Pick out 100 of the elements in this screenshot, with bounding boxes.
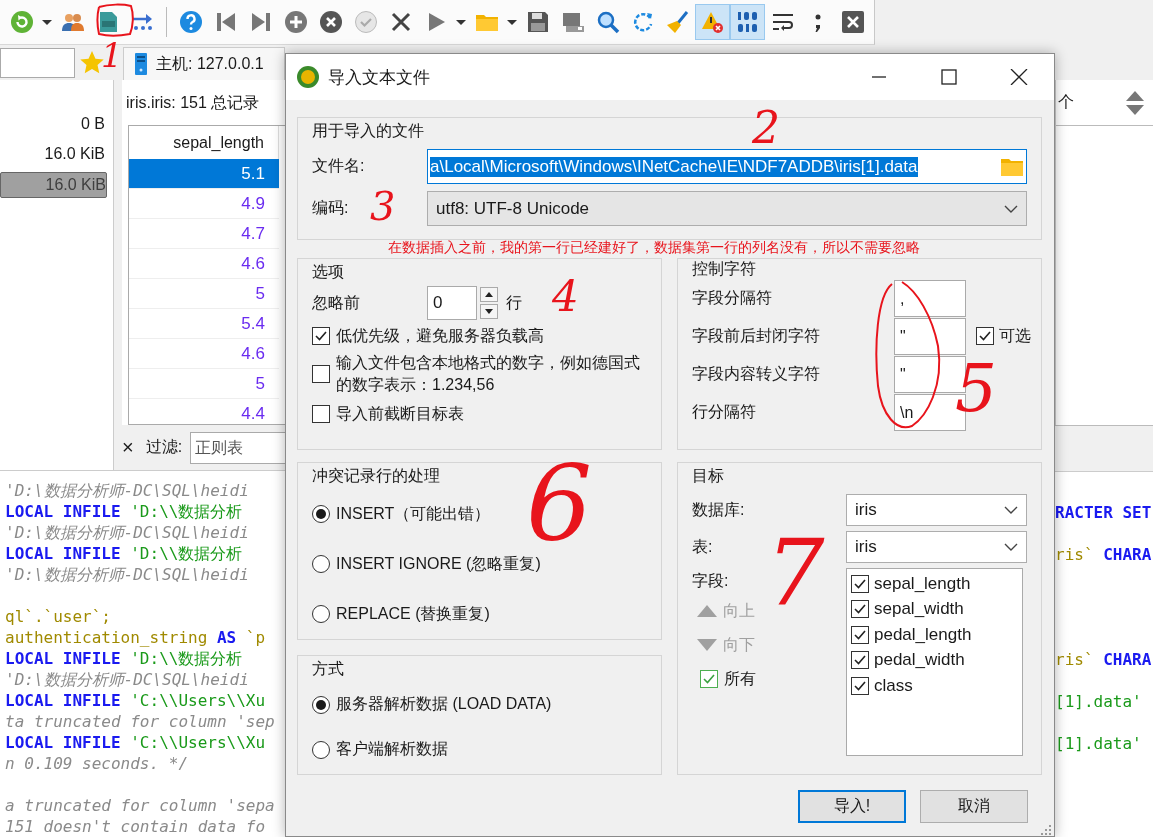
log-line: LOCAL INFILE 'C:\\Users\\Xu xyxy=(4,690,267,711)
filter-field[interactable]: 正则表 xyxy=(190,431,285,464)
database-dropdown[interactable]: iris xyxy=(846,494,1027,526)
log-line: ql`.`user`; xyxy=(4,606,112,627)
help-icon[interactable] xyxy=(178,10,203,34)
app-icon xyxy=(296,65,320,89)
cancel-icon[interactable] xyxy=(318,10,343,34)
log-line: a truncated for column 'sepa xyxy=(4,795,276,816)
radio-button[interactable] xyxy=(312,505,330,523)
chevron-icon xyxy=(1004,506,1018,514)
group-title: 选项 xyxy=(312,262,344,282)
text-field[interactable]: " xyxy=(894,317,966,355)
number-field[interactable]: 0 xyxy=(427,286,477,320)
size-grip-icon[interactable] xyxy=(1040,824,1052,836)
chevron-icon xyxy=(1004,204,1018,213)
log-line: 'D:\数据分析师-DC\SQL\heidi xyxy=(4,564,250,585)
server-icon xyxy=(134,52,148,76)
table-cell[interactable]: 5.1 xyxy=(129,159,279,189)
triangle-down-icon xyxy=(697,639,717,651)
close-icon[interactable] xyxy=(840,10,865,34)
table-cell[interactable]: 5 xyxy=(129,369,279,399)
field-label: 字段内容转义字符 xyxy=(692,363,821,384)
filter-label: 过滤: xyxy=(145,437,183,457)
log-line: ris` CHARA xyxy=(1055,649,1153,670)
checkbox-label: 导入前截断目标表 xyxy=(336,403,464,424)
checkbox-label: 可选 xyxy=(999,325,1031,346)
maximize-icon[interactable] xyxy=(940,69,958,85)
refresh-icon[interactable] xyxy=(9,10,34,34)
checkbox[interactable] xyxy=(976,327,994,345)
log-line: ris` CHARA xyxy=(1055,544,1153,565)
radio-button[interactable] xyxy=(312,695,330,714)
checkbox[interactable] xyxy=(851,600,869,619)
list-item[interactable]: sepal_width xyxy=(874,599,964,620)
log-line: 'D:\数据分析师-DC\SQL\heidi xyxy=(4,480,250,501)
warning-icon[interactable] xyxy=(700,10,725,34)
log-line: LOCAL INFILE 'D:\\数据分析 xyxy=(4,543,244,564)
table-cell[interactable]: 4.7 xyxy=(129,219,279,249)
list-item[interactable]: class xyxy=(874,675,913,696)
annotation-number: 7 xyxy=(766,528,825,620)
checkbox[interactable] xyxy=(312,365,330,383)
radio-button[interactable] xyxy=(312,740,330,759)
annotation-number: 4 xyxy=(552,276,579,318)
table-cell[interactable]: 4.6 xyxy=(129,249,279,279)
unit-label: 行 xyxy=(506,292,522,313)
check-icon[interactable] xyxy=(353,10,378,34)
annotation-number: 1 xyxy=(101,38,123,72)
dialog-button[interactable]: 导入! xyxy=(798,790,906,823)
group-title: 冲突记录行的处理 xyxy=(312,466,440,486)
log-line: 151 doesn't contain data fo xyxy=(4,816,267,837)
field-label: 字段前后封闭字符 xyxy=(692,325,821,346)
table-cell[interactable]: 5.4 xyxy=(129,309,279,339)
checkbox[interactable] xyxy=(851,625,869,644)
binary-icon[interactable] xyxy=(735,10,760,34)
radio-label: 客户端解析数据 xyxy=(336,739,448,759)
sort-icon[interactable] xyxy=(1125,89,1145,116)
size-value: 0 B xyxy=(80,114,106,134)
spin-up-button[interactable] xyxy=(480,287,498,302)
close-filter-button[interactable]: × xyxy=(122,436,134,459)
checkbox[interactable] xyxy=(851,651,869,670)
checkbox[interactable] xyxy=(312,327,330,345)
list-item[interactable]: pedal_length xyxy=(874,624,972,645)
search-field[interactable] xyxy=(0,47,75,78)
checkbox[interactable] xyxy=(312,405,330,423)
table-cell[interactable]: 5 xyxy=(129,279,279,309)
log-line: ta truncated for column 'sep xyxy=(4,711,276,732)
dialog-button[interactable]: 取消 xyxy=(920,790,1028,823)
table-dropdown[interactable]: iris xyxy=(846,531,1027,563)
search-icon[interactable] xyxy=(595,10,620,34)
spin-down-button[interactable] xyxy=(480,304,498,319)
log-line: LOCAL INFILE 'D:\\数据分析 xyxy=(4,501,244,522)
radio-button[interactable] xyxy=(312,605,330,623)
group-title: 目标 xyxy=(692,466,724,486)
chevron-icon xyxy=(1004,543,1018,551)
field-label: 编码: xyxy=(312,198,349,218)
list-item[interactable]: sepal_length xyxy=(874,573,971,594)
table-cell[interactable]: 4.6 xyxy=(129,339,279,369)
log-line: authentication_string AS `p xyxy=(4,627,267,648)
group-title: 用于导入的文件 xyxy=(312,121,424,141)
size-value: 16.0 KiB xyxy=(43,144,106,164)
close-icon[interactable] xyxy=(1010,69,1028,85)
list-item[interactable]: pedal_width xyxy=(874,650,965,671)
radio-button[interactable] xyxy=(312,555,330,573)
encoding-dropdown[interactable]: utf8: UTF-8 Unicode xyxy=(427,191,1027,226)
group-title: 方式 xyxy=(312,659,344,679)
triangle-up-icon xyxy=(697,605,717,617)
filename-field[interactable]: a\Local\Microsoft\Windows\INetCache\IE\NDF7ADDB\iris[1].data xyxy=(427,149,1027,184)
text-field[interactable]: , xyxy=(894,279,966,317)
add-icon[interactable] xyxy=(283,10,308,34)
checkbox[interactable] xyxy=(851,676,869,695)
broom-icon[interactable] xyxy=(665,10,690,34)
checkbox[interactable] xyxy=(851,574,869,593)
annotation-number: 6 xyxy=(526,452,593,556)
star-icon[interactable] xyxy=(79,49,105,76)
monitor-icon[interactable] xyxy=(560,10,585,34)
column-header[interactable]: 个 xyxy=(1058,92,1074,113)
size-value: 16.0 KiB xyxy=(0,172,107,198)
save-icon[interactable] xyxy=(525,10,550,34)
checkbox[interactable] xyxy=(700,670,718,688)
table-cell[interactable]: 4.9 xyxy=(129,189,279,219)
host-tab[interactable]: 主机: 127.0.0.1 xyxy=(123,46,285,81)
